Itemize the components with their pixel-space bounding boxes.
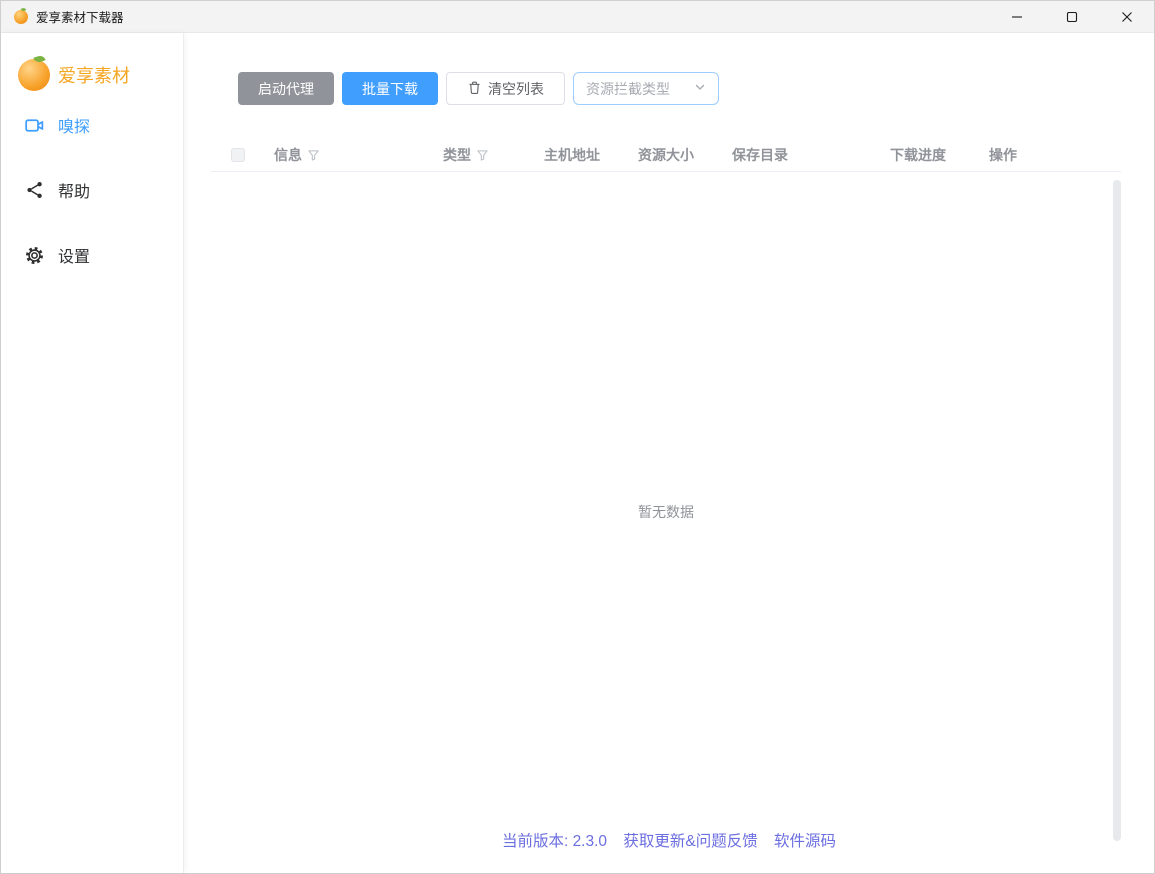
empty-state-text: 暂无数据	[211, 502, 1121, 522]
column-header-savedir: 保存目录	[732, 145, 788, 165]
brand-logo-text: 爱享素材	[58, 62, 130, 88]
filter-icon[interactable]	[308, 150, 319, 161]
intercept-type-select[interactable]: 资源拦截类型	[573, 72, 719, 105]
start-proxy-button[interactable]: 启动代理	[238, 72, 334, 105]
trash-icon	[467, 80, 482, 98]
sidebar-item-label: 帮助	[58, 178, 90, 202]
filter-icon[interactable]	[477, 150, 488, 161]
sidebar-item-sniff[interactable]: 嗅探	[24, 113, 183, 137]
clear-list-button[interactable]: 清空列表	[446, 72, 565, 105]
column-header-size: 资源大小	[638, 145, 694, 165]
window-title: 爱享素材下载器	[36, 7, 124, 26]
close-icon	[1121, 11, 1133, 23]
footer: 当前版本: 2.3.0 获取更新&问题反馈 软件源码	[184, 829, 1154, 851]
column-header-actions: 操作	[989, 145, 1017, 165]
intercept-type-placeholder: 资源拦截类型	[586, 79, 670, 99]
sidebar-item-help[interactable]: 帮助	[24, 178, 183, 202]
toolbar: 启动代理 批量下载 清空列表 资源拦截类型	[238, 72, 719, 105]
app-window: 爱享素材下载器 爱享素材	[0, 0, 1155, 874]
source-code-link[interactable]: 软件源码	[774, 833, 836, 850]
downloads-table: 信息 类型 主机地址 资源大小 保存目录 下载进度	[211, 140, 1121, 841]
maximize-button[interactable]	[1044, 1, 1099, 32]
titlebar-left: 爱享素材下载器	[1, 7, 124, 26]
close-button[interactable]	[1099, 1, 1154, 32]
clear-list-label: 清空列表	[488, 79, 544, 99]
sidebar-nav: 嗅探 帮助	[1, 91, 183, 267]
update-feedback-link[interactable]: 获取更新&问题反馈	[623, 833, 757, 850]
maximize-icon	[1066, 11, 1078, 23]
share-icon	[24, 180, 45, 201]
sidebar-item-label: 嗅探	[58, 113, 90, 137]
column-header-type: 类型	[443, 145, 488, 165]
sidebar: 爱享素材 嗅探	[1, 33, 184, 873]
sidebar-item-label: 设置	[58, 243, 90, 267]
main-content: 启动代理 批量下载 清空列表 资源拦截类型	[184, 33, 1154, 873]
minimize-button[interactable]	[989, 1, 1044, 32]
column-header-progress: 下载进度	[890, 145, 946, 165]
video-camera-icon	[24, 115, 45, 136]
minimize-icon	[1011, 11, 1023, 23]
chevron-down-icon	[694, 80, 706, 98]
sidebar-item-settings[interactable]: 设置	[24, 243, 183, 267]
window-controls	[989, 1, 1154, 32]
app-body: 爱享素材 嗅探	[1, 33, 1154, 873]
table-header-row: 信息 类型 主机地址 资源大小 保存目录 下载进度	[211, 140, 1121, 172]
version-label: 当前版本: 2.3.0	[502, 833, 607, 850]
gear-icon	[24, 245, 45, 266]
brand-logo: 爱享素材	[18, 59, 183, 91]
select-all-checkbox[interactable]	[231, 148, 245, 162]
brand-logo-icon	[18, 59, 50, 91]
titlebar: 爱享素材下载器	[1, 1, 1154, 33]
column-header-info: 信息	[274, 145, 319, 165]
batch-download-button[interactable]: 批量下载	[342, 72, 438, 105]
vertical-scrollbar[interactable]	[1113, 180, 1121, 841]
app-icon	[14, 10, 28, 24]
column-header-host: 主机地址	[544, 145, 600, 165]
table-body: 暂无数据	[211, 172, 1121, 841]
